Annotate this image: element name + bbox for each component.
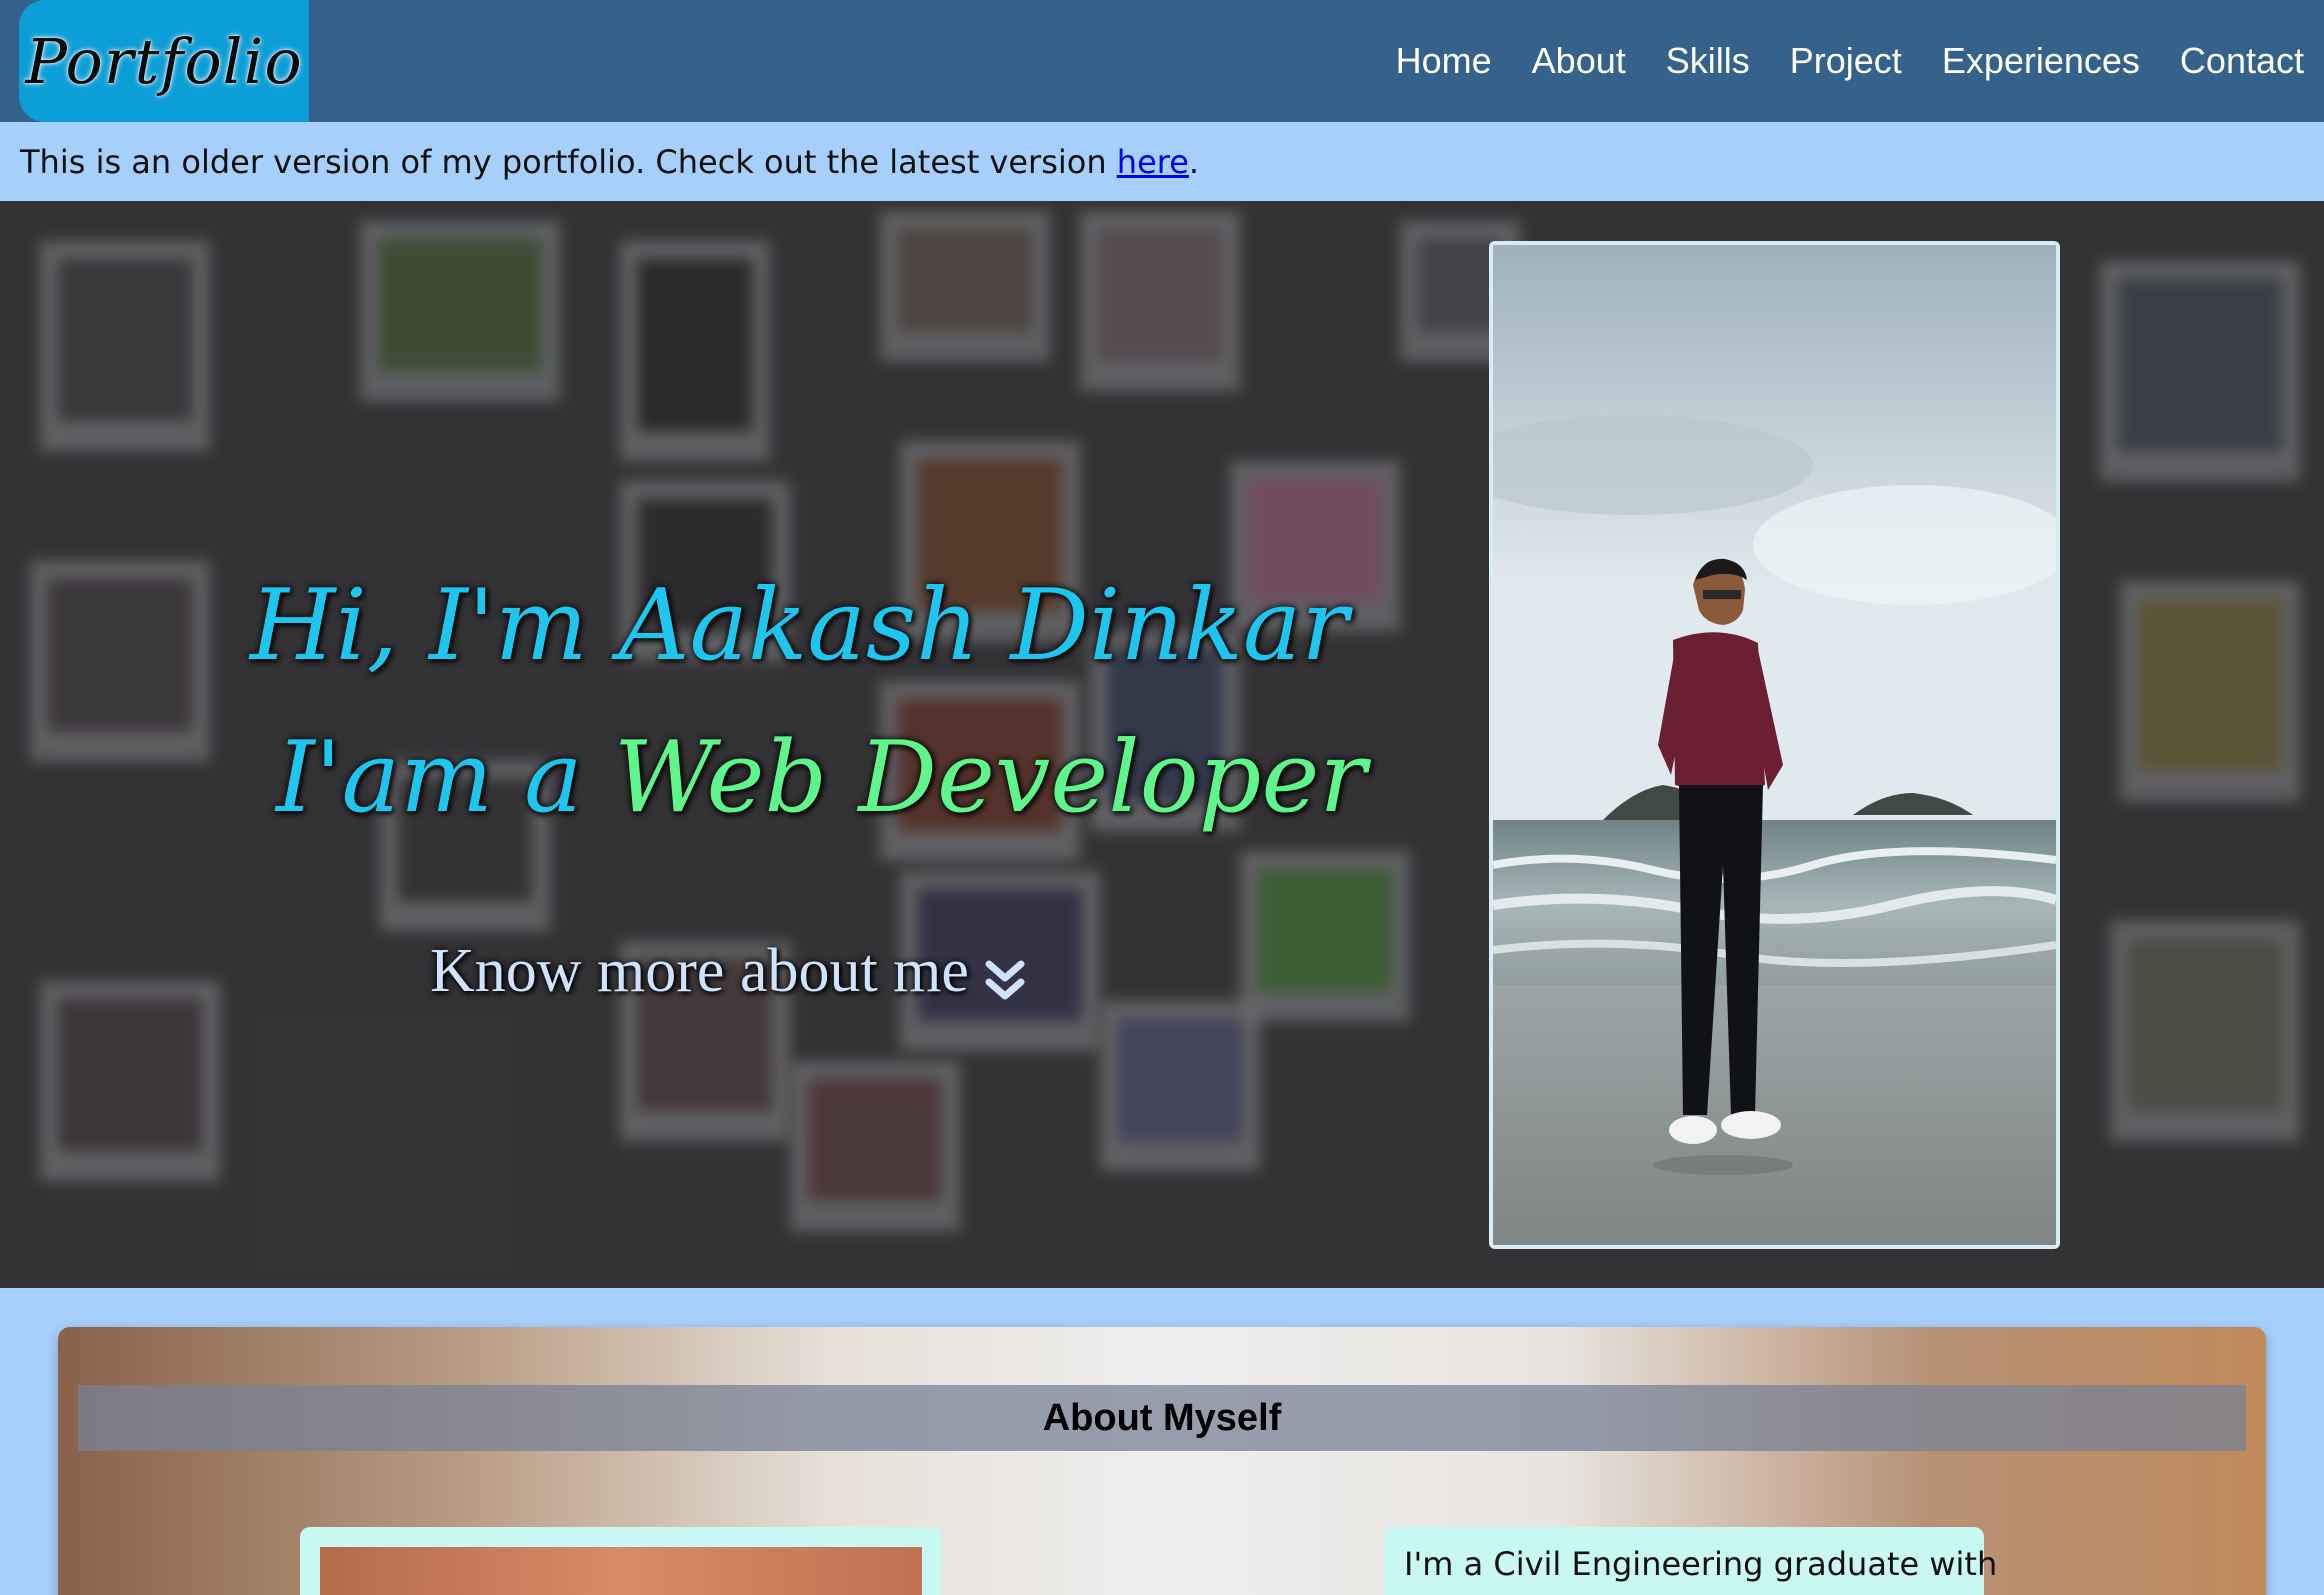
- about-photo: [320, 1547, 922, 1595]
- double-chevron-down-icon: [985, 949, 1025, 999]
- logo[interactable]: Portfolio: [19, 0, 309, 122]
- know-more-link[interactable]: Know more about me: [430, 936, 1025, 1007]
- profile-photo: [1489, 241, 2060, 1249]
- about-title-bar: About Myself: [78, 1385, 2246, 1451]
- nav-link-home[interactable]: Home: [1396, 40, 1492, 82]
- nav-link-contact[interactable]: Contact: [2180, 40, 2304, 82]
- notice-punct: .: [1188, 142, 1200, 181]
- nav-link-about[interactable]: About: [1532, 40, 1626, 82]
- about-section: About Myself I'm a Civil Engineering gra…: [58, 1327, 2266, 1595]
- about-text-card: I'm a Civil Engineering graduate with: [1384, 1527, 1997, 1595]
- latest-version-link[interactable]: here: [1117, 143, 1189, 181]
- hero-text: Hi, I'm Aakash Dinkar I'am a Web Develop…: [0, 201, 1460, 1288]
- about-photo-card: [300, 1527, 942, 1595]
- notice-text: This is an older version of my portfolio…: [20, 142, 1117, 181]
- nav-link-skills[interactable]: Skills: [1666, 40, 1750, 82]
- about-title: About Myself: [1042, 1396, 1282, 1439]
- nav-links: Home About Skills Project Experiences Co…: [1356, 0, 2304, 122]
- nav-link-project[interactable]: Project: [1790, 40, 1902, 82]
- hero-role: Web Developer: [613, 721, 1367, 835]
- hero-role-prefix: I'am a: [276, 721, 614, 835]
- know-more-text: Know more about me: [430, 937, 969, 1005]
- old-version-notice: This is an older version of my portfolio…: [0, 122, 2324, 201]
- nav-link-experiences[interactable]: Experiences: [1942, 40, 2140, 82]
- hero-greeting: Hi, I'm Aakash Dinkar: [250, 569, 1349, 683]
- about-intro: I'm a Civil Engineering graduate with: [1404, 1545, 1998, 1583]
- hero-section: Hi, I'm Aakash Dinkar I'am a Web Develop…: [0, 201, 2324, 1288]
- logo-text: Portfolio: [25, 24, 303, 98]
- navbar: Portfolio Home About Skills Project Expe…: [0, 0, 2324, 122]
- hero-role-line: I'am a Web Developer: [276, 721, 1366, 835]
